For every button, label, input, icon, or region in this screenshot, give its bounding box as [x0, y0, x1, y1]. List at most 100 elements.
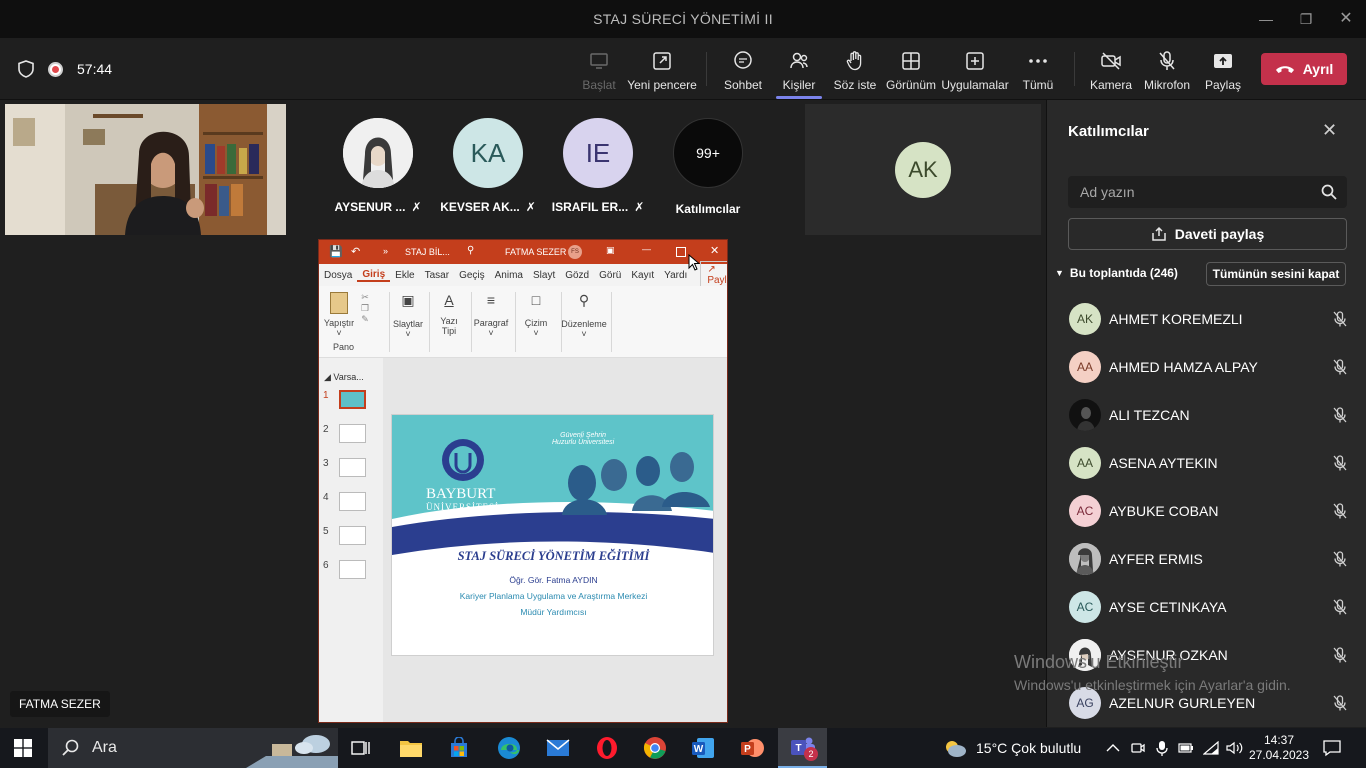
avatar: AA [1069, 351, 1101, 383]
participant-row[interactable]: AC AYSE CETINKAYA [1069, 590, 1349, 624]
mail-app[interactable] [535, 728, 581, 768]
opera-browser-app[interactable] [584, 728, 630, 768]
ppt-editor-area: ◢ Varsa... 1 2 3 4 5 6 Güvenli Şehrin Hu… [319, 358, 727, 722]
slide-thumbnail [339, 424, 366, 443]
participant-row[interactable]: AC AYBUKE COBAN [1069, 494, 1349, 528]
word-app[interactable]: W [680, 728, 726, 768]
mic-button[interactable]: Mikrofon [1144, 38, 1190, 100]
participant-row[interactable]: AA ASENA AYTEKIN [1069, 446, 1349, 480]
battery-tray-icon[interactable] [1178, 728, 1194, 768]
mic-tray-icon[interactable] [1156, 728, 1168, 768]
ppt-tab: Ekle [395, 269, 415, 281]
participant-search-input[interactable]: Ad yazın [1068, 176, 1347, 208]
view-button[interactable]: Görünüm [886, 38, 936, 100]
avatar [1069, 399, 1101, 431]
mic-muted-icon [1333, 551, 1347, 567]
teams-app-active[interactable]: T 2 [778, 728, 827, 768]
in-meeting-section-toggle[interactable]: ▼ Bu toplantıda (246) [1055, 266, 1178, 280]
ppt-file-name: STAJ BİL... [405, 247, 450, 257]
active-tab-indicator [776, 96, 822, 99]
new-window-button[interactable]: Yeni pencere [627, 38, 697, 100]
meeting-toolbar: 57:44 Başlat Yeni pencere Sohbet Kişiler… [0, 38, 1366, 100]
add-app-icon [966, 52, 984, 70]
mute-all-button[interactable]: Tümünün sesini kapat [1206, 262, 1346, 286]
weather-widget[interactable]: 15°C Çok bulutlu [942, 728, 1081, 768]
mic-muted-icon: ✗ [634, 200, 645, 214]
ppt-tab: Görü [599, 269, 622, 281]
overflow-participants-tile[interactable]: 99+ Katılımcılar [668, 118, 748, 216]
mic-muted-icon: ✗ [411, 200, 422, 214]
mic-muted-icon [1333, 647, 1347, 663]
task-view-button[interactable] [338, 728, 384, 768]
taskbar-search-box[interactable]: Ara [48, 728, 338, 768]
search-icon [1321, 184, 1337, 200]
start-button[interactable]: Başlat [578, 38, 620, 100]
participant-tile[interactable]: IE ISRAFIL ER... ✗ [552, 118, 644, 214]
apps-button[interactable]: Uygulamalar [941, 38, 1009, 100]
clipboard-group-label: Pano [333, 342, 355, 352]
mouse-cursor-icon [688, 254, 700, 271]
shield-icon [18, 60, 34, 78]
minimize-icon[interactable]: — [1254, 8, 1278, 30]
chat-icon [734, 51, 752, 69]
participant-row[interactable]: AA AHMED HAMZA ALPAY [1069, 350, 1349, 384]
share-invite-button[interactable]: Daveti paylaş [1068, 218, 1347, 250]
participant-row[interactable]: AYFER ERMIS [1069, 542, 1349, 576]
more-button[interactable]: Tümü [1018, 38, 1058, 100]
start-menu-button[interactable] [0, 728, 46, 768]
people-button[interactable]: Kişiler [778, 38, 820, 100]
powerpoint-icon: P [741, 739, 764, 757]
opera-icon [597, 737, 617, 759]
svg-text:T: T [795, 743, 801, 754]
webcam-tray-icon[interactable] [1131, 728, 1145, 768]
participant-row[interactable]: ALI TEZCAN [1069, 398, 1349, 432]
slide-line: Müdür Yardımcısı [520, 607, 587, 617]
close-window-icon[interactable]: ✕ [1334, 8, 1358, 30]
raise-hand-button[interactable]: Söz iste [834, 38, 876, 100]
notification-center-button[interactable] [1322, 728, 1342, 768]
participant-row[interactable]: AK AHMET KOREMEZLI [1069, 302, 1349, 336]
powerpoint-app[interactable]: P [729, 728, 775, 768]
more-dots-icon [1029, 59, 1047, 63]
microphone-icon [1156, 741, 1168, 756]
system-clock[interactable]: 14:37 27.04.2023 [1249, 728, 1309, 768]
participant-name: ISRAFIL ER... [551, 200, 629, 214]
ppt-user-name: FATMA SEZER [505, 247, 567, 257]
participant-tile[interactable]: AYSENUR ... ✗ [335, 118, 422, 214]
svg-text:P: P [744, 744, 751, 755]
restore-icon[interactable]: ❐ [1294, 8, 1318, 30]
chrome-browser-app[interactable] [632, 728, 678, 768]
share-button[interactable]: Paylaş [1202, 38, 1244, 100]
current-slide: Güvenli Şehrin Huzurlu Üniversitesi BAYBU… [391, 414, 714, 656]
show-hidden-icons-button[interactable] [1106, 728, 1122, 768]
paragraph-group: ≡ Paragraf ˅ [473, 292, 509, 338]
volume-tray-icon[interactable] [1226, 728, 1244, 768]
camera-icon [1131, 743, 1145, 753]
camera-button[interactable]: Kamera [1090, 38, 1132, 100]
font-group: A Yazı Tipi [433, 292, 465, 336]
participant-name: AZELNUR GURLEYEN [1109, 695, 1256, 711]
grid-icon [902, 52, 920, 70]
toolbar-divider [706, 52, 707, 86]
ppt-tab-selected: Giriş [357, 269, 391, 282]
section-name: ◢ Varsa... [324, 372, 364, 382]
search-icon: ⚲ [467, 245, 475, 256]
slide-author: Öğr. Gör. Fatma AYDIN [509, 575, 598, 585]
participant-name: KEVSER AK... [440, 200, 520, 214]
file-explorer-app[interactable] [388, 728, 434, 768]
avatar: AC [1069, 591, 1101, 623]
save-icon: 💾 [329, 246, 343, 258]
leave-button[interactable]: Ayrıl [1261, 53, 1347, 85]
edge-browser-app[interactable] [486, 728, 532, 768]
store-app[interactable] [436, 728, 482, 768]
stage-participant-tile[interactable]: AK [805, 104, 1041, 235]
mic-muted-icon [1333, 503, 1347, 519]
paste-icon [330, 292, 348, 314]
chat-button[interactable]: Sohbet [722, 38, 764, 100]
participant-name: AHMED HAMZA ALPAY [1109, 359, 1258, 375]
task-view-icon [351, 741, 370, 755]
participant-tile[interactable]: KA KEVSER AK... ✗ [440, 118, 536, 214]
wifi-tray-icon[interactable] [1203, 728, 1219, 768]
close-panel-icon[interactable]: ✕ [1322, 120, 1337, 141]
search-icon [62, 739, 79, 756]
